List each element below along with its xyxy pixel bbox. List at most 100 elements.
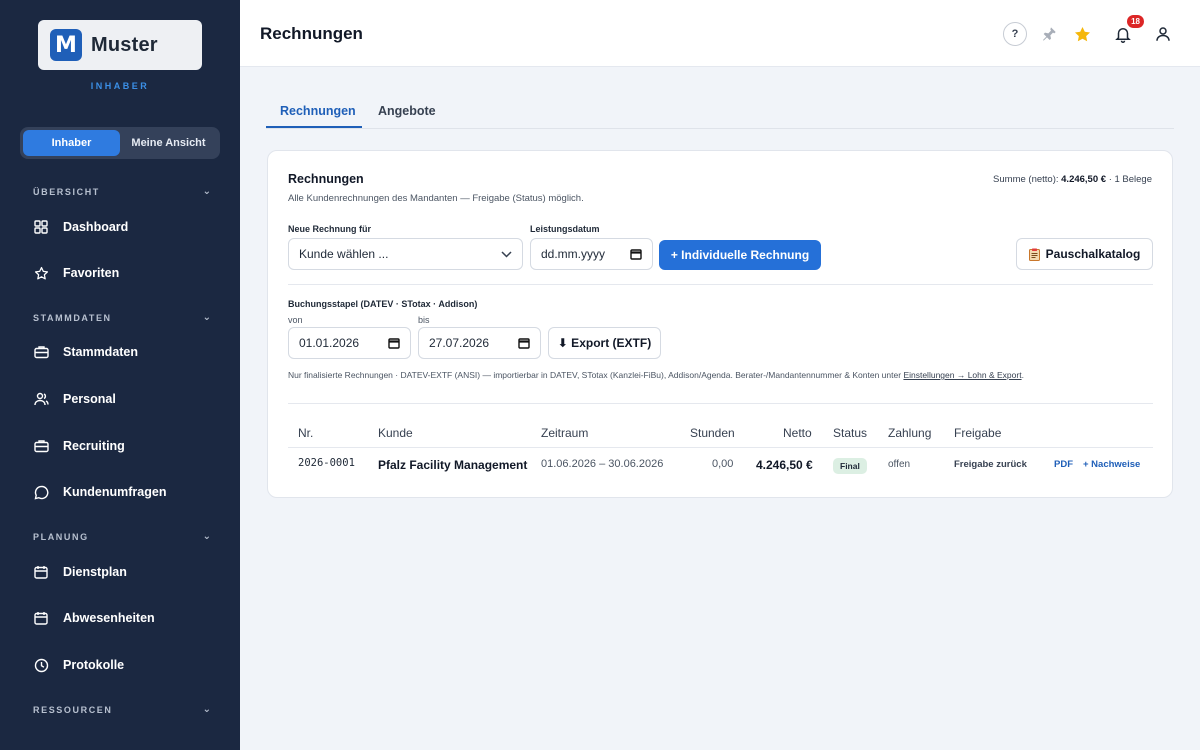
status-badge-label: Final xyxy=(833,458,867,474)
chevron-down-icon: ⌄ xyxy=(202,186,211,197)
col-net: Netto xyxy=(783,426,812,440)
toggle-my-view[interactable]: Meine Ansicht xyxy=(120,130,217,156)
export-note-end: . xyxy=(1021,370,1024,380)
top-header: Rechnungen ? 18 xyxy=(240,0,1200,67)
section-overview[interactable]: ÜBERSICHT ⌄ xyxy=(33,186,211,197)
briefcase-icon xyxy=(33,344,49,360)
sidebar-item-masterdata[interactable]: Stammdaten xyxy=(33,341,138,363)
col-customer: Kunde xyxy=(378,426,413,440)
grid-icon xyxy=(33,219,49,235)
invoice-customer: Pfalz Facility Management xyxy=(378,458,528,472)
card-subtitle: Alle Kundenrechnungen des Mandanten — Fr… xyxy=(288,193,584,204)
star-icon xyxy=(33,265,49,281)
view-toggle: Inhaber Meine Ansicht xyxy=(20,127,220,159)
sidebar-item-label: Stammdaten xyxy=(63,345,139,359)
help-icon[interactable]: ? xyxy=(1003,22,1027,46)
brand-name: Muster xyxy=(91,33,158,56)
sidebar-item-label: Favoriten xyxy=(63,266,120,280)
sidebar-item-label: Personal xyxy=(63,392,116,406)
table-header-divider xyxy=(288,447,1153,448)
individual-invoice-button[interactable]: + Individuelle Rechnung xyxy=(659,240,821,270)
pin-icon[interactable] xyxy=(1037,22,1061,46)
service-date-value: dd.mm.yyyy xyxy=(541,247,606,261)
invoice-period: 01.06.2026 – 30.06.2026 xyxy=(541,458,664,470)
customer-select[interactable]: Kunde wählen ... xyxy=(288,238,523,270)
calendar-icon xyxy=(33,564,49,580)
sidebar-item-staff[interactable]: Personal xyxy=(33,388,116,410)
export-extf-button[interactable]: ⬇ Export (EXTF) xyxy=(548,327,661,359)
invoice-number: 2026-0001 xyxy=(298,457,355,469)
user-icon[interactable] xyxy=(1151,22,1175,46)
sidebar-item-label: Abwesenheiten xyxy=(63,611,155,625)
briefcase-icon xyxy=(33,438,49,454)
section-resources[interactable]: RESSOURCEN ⌄ xyxy=(33,704,211,715)
batch-from-input[interactable]: 01.01.2026 xyxy=(288,327,411,359)
divider xyxy=(288,403,1153,404)
tab-quotes[interactable]: Angebote xyxy=(378,104,436,118)
pdf-link[interactable]: PDF xyxy=(1054,459,1073,470)
invoice-hours: 0,00 xyxy=(712,458,734,470)
invoice-payment: offen xyxy=(888,459,911,470)
flat-rate-catalog-button[interactable]: Pauschalkatalog xyxy=(1016,238,1153,270)
export-note: Nur finalisierte Rechnungen · DATEV-EXTF… xyxy=(288,370,1024,380)
section-masterdata-label: STAMMDATEN xyxy=(33,312,112,323)
sidebar-item-recruiting[interactable]: Recruiting xyxy=(33,435,125,457)
settings-export-link[interactable]: Einstellungen → Lohn & Export xyxy=(903,370,1021,380)
col-period: Zeitraum xyxy=(541,426,589,440)
sidebar-item-roster[interactable]: Dienstplan xyxy=(33,561,127,583)
section-planning[interactable]: PLANUNG ⌄ xyxy=(33,531,211,542)
col-payment: Zahlung xyxy=(888,426,932,440)
chevron-down-icon: ⌄ xyxy=(202,704,211,715)
calendar-icon xyxy=(388,338,400,349)
invoice-net: 4.246,50 € xyxy=(756,458,813,472)
service-date-input[interactable]: dd.mm.yyyy xyxy=(530,238,653,270)
add-proofs-link[interactable]: + Nachweise xyxy=(1083,459,1140,470)
sidebar-item-label: Dashboard xyxy=(63,220,129,234)
batch-to-input[interactable]: 27.07.2026 xyxy=(418,327,541,359)
sidebar-item-absences[interactable]: Abwesenheiten xyxy=(33,607,155,629)
toggle-owner[interactable]: Inhaber xyxy=(23,130,120,156)
export-note-text: Nur finalisierte Rechnungen · DATEV-EXTF… xyxy=(288,370,902,380)
section-masterdata[interactable]: STAMMDATEN ⌄ xyxy=(33,312,211,323)
notification-badge: 18 xyxy=(1127,15,1144,28)
sidebar-item-surveys[interactable]: Kundenumfragen xyxy=(33,481,166,503)
col-status: Status xyxy=(833,426,868,440)
sidebar-item-label: Dienstplan xyxy=(63,565,127,579)
tab-invoices[interactable]: Rechnungen xyxy=(280,104,356,118)
sidebar-item-label: Recruiting xyxy=(63,439,125,453)
chat-bubble-icon xyxy=(33,484,49,500)
sidebar-item-label: Protokolle xyxy=(63,658,125,672)
tabs: Rechnungen Angebote xyxy=(266,98,1174,129)
section-overview-label: ÜBERSICHT xyxy=(33,186,100,197)
chevron-down-icon xyxy=(501,250,512,258)
new-invoice-label: Neue Rechnung für xyxy=(288,224,372,234)
section-planning-label: PLANUNG xyxy=(33,531,89,542)
batch-label: Buchungsstapel (DATEV · STotax · Addison… xyxy=(288,299,478,309)
chevron-down-icon: ⌄ xyxy=(202,531,211,542)
from-label: von xyxy=(288,315,303,325)
card-title: Rechnungen xyxy=(288,172,364,186)
users-icon xyxy=(33,391,49,407)
sidebar-item-label: Kundenumfragen xyxy=(63,485,167,499)
page-title: Rechnungen xyxy=(260,24,363,43)
sidebar: M Muster INHABER Inhaber Meine Ansicht Ü… xyxy=(0,0,240,750)
to-label: bis xyxy=(418,315,430,325)
summary-count: · 1 Belege xyxy=(1108,174,1152,185)
bell-icon[interactable]: 18 xyxy=(1111,15,1144,46)
sidebar-item-dashboard[interactable]: Dashboard xyxy=(33,216,128,238)
flat-rate-catalog-label: Pauschalkatalog xyxy=(1045,247,1141,261)
active-tab-indicator xyxy=(266,126,362,128)
calendar-icon xyxy=(33,610,49,626)
brand-logo[interactable]: M Muster xyxy=(38,20,202,70)
star-icon[interactable] xyxy=(1070,22,1094,46)
status-badge: Final xyxy=(833,456,867,474)
divider xyxy=(288,284,1153,285)
chevron-down-icon: ⌄ xyxy=(202,312,211,323)
clock-icon xyxy=(33,657,49,673)
sidebar-item-logs[interactable]: Protokolle xyxy=(33,654,124,676)
summary-value: 4.246,50 € xyxy=(1061,174,1107,185)
brand-mark-icon: M xyxy=(50,29,82,61)
invoices-card: Rechnungen Alle Kundenrechnungen des Man… xyxy=(267,150,1173,498)
release-revert-button[interactable]: Freigabe zurück xyxy=(954,459,1027,470)
sidebar-item-favorites[interactable]: Favoriten xyxy=(33,262,119,284)
